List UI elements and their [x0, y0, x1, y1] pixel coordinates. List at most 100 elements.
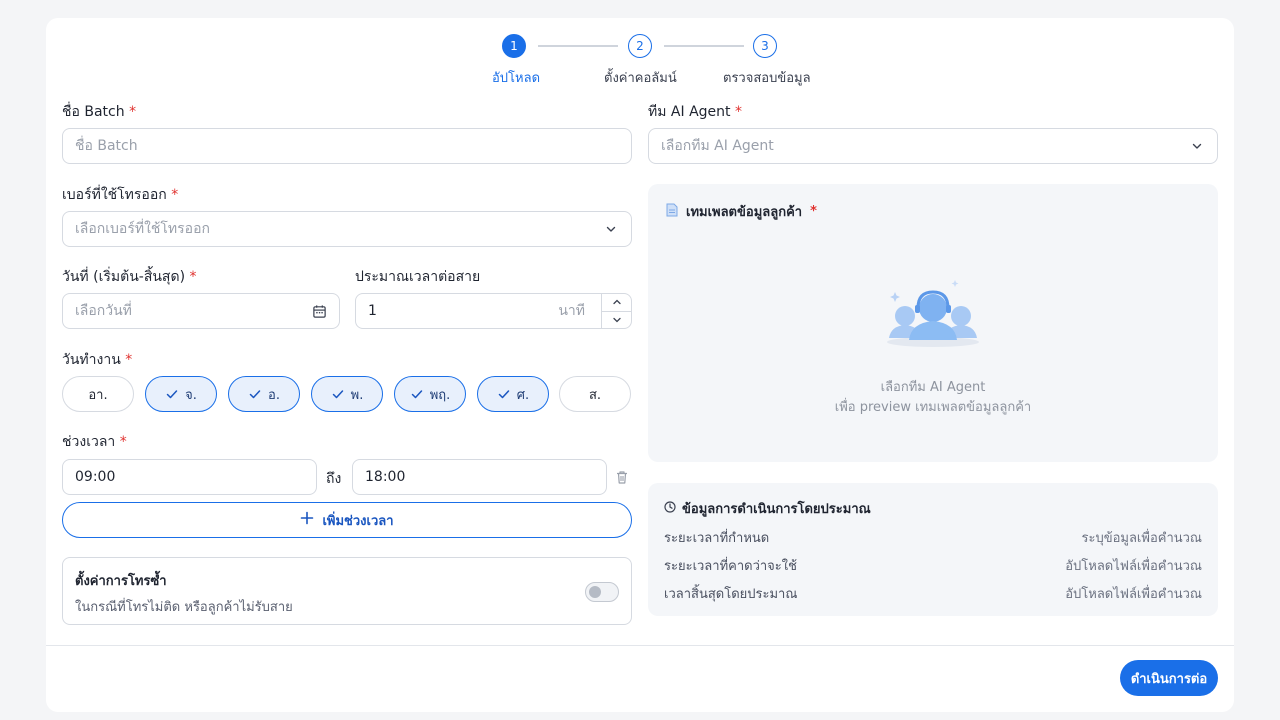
- day-chip-label: พฤ.: [429, 387, 451, 403]
- time-range-label-text: ช่วงเวลา: [62, 434, 116, 450]
- day-chip[interactable]: จ.: [145, 376, 217, 412]
- day-chip[interactable]: ศ.: [477, 376, 549, 412]
- work-days-label-text: วันทำงาน: [62, 352, 121, 368]
- batch-form-card: 1 อัปโหลด 2 ตั้งค่าคอลัมน์ 3 ตรวจสอบข้อม…: [46, 18, 1234, 712]
- est-time-input[interactable]: 1 นาที: [355, 293, 632, 329]
- estimate-row: ระยะเวลาที่กำหนด ระบุข้อมูลเพื่อคำนวณ: [664, 527, 1202, 548]
- plus-icon: [300, 511, 314, 529]
- time-range-separator: ถึง: [326, 471, 342, 487]
- toggle-knob: [589, 586, 601, 598]
- trash-icon[interactable]: [614, 469, 630, 489]
- required-mark: *: [129, 104, 137, 120]
- day-chip-label: อา.: [88, 387, 108, 403]
- estimate-row-value: อัปโหลดไฟล์เพื่อคำนวณ: [1065, 559, 1202, 574]
- end-time-input[interactable]: 18:00: [352, 459, 607, 495]
- caller-number-select[interactable]: เลือกเบอร์ที่ใช้โทรออก: [62, 211, 632, 247]
- empty-state-line2: เพื่อ preview เทมเพลตข้อมูลลูกค้า: [834, 400, 1032, 415]
- chevron-up-icon: [612, 299, 621, 305]
- stepper-connector: [664, 45, 744, 47]
- ai-team-label: ทีม AI Agent *: [648, 101, 742, 123]
- caller-number-label-text: เบอร์ที่ใช้โทรออก: [62, 187, 167, 203]
- stepper-connector: [538, 45, 618, 47]
- check-icon: [498, 390, 510, 399]
- calendar-icon[interactable]: [311, 303, 327, 319]
- chevron-down-icon: [603, 221, 619, 237]
- est-time-label: ประมาณเวลาต่อสาย: [355, 269, 481, 285]
- required-mark: *: [810, 204, 817, 219]
- clock-icon: [664, 500, 676, 517]
- agents-illustration-icon: [883, 270, 983, 354]
- start-time-value: 09:00: [75, 469, 116, 485]
- batch-name-placeholder: ชื่อ Batch: [75, 138, 138, 154]
- ai-team-label-text: ทีม AI Agent: [648, 104, 731, 120]
- footer-divider: [46, 645, 1234, 646]
- retry-toggle[interactable]: [585, 582, 619, 602]
- check-icon: [249, 390, 261, 399]
- day-chip[interactable]: พฤ.: [394, 376, 466, 412]
- est-time-unit: นาที: [558, 303, 585, 319]
- day-chip-label: จ.: [185, 387, 197, 403]
- step-number: 2: [628, 34, 652, 58]
- day-chip-label: ศ.: [516, 387, 530, 403]
- batch-name-label-text: ชื่อ Batch: [62, 104, 125, 120]
- required-mark: *: [734, 104, 742, 120]
- ai-team-placeholder: เลือกทีม AI Agent: [661, 138, 774, 154]
- step-label: ตรวจสอบข้อมูล: [723, 71, 811, 86]
- day-chip[interactable]: อา.: [62, 376, 134, 412]
- ai-team-select[interactable]: เลือกทีม AI Agent: [648, 128, 1218, 164]
- date-range-placeholder: เลือกวันที่: [75, 303, 132, 319]
- day-chip[interactable]: อ.: [228, 376, 300, 412]
- date-range-input[interactable]: เลือกวันที่: [62, 293, 340, 329]
- estimate-panel-header: ข้อมูลการดำเนินการโดยประมาณ: [664, 498, 871, 519]
- day-chip-label: พ.: [350, 387, 364, 403]
- estimate-panel: ข้อมูลการดำเนินการโดยประมาณ ระยะเวลาที่ก…: [648, 483, 1218, 616]
- step-number: 1: [502, 34, 526, 58]
- number-stepper: [601, 294, 631, 328]
- template-panel-title: เทมเพลตข้อมูลลูกค้า: [686, 205, 803, 220]
- date-range-label-text: วันที่ (เริ่มต้น-สิ้นสุด): [62, 269, 186, 285]
- document-icon: [666, 203, 678, 221]
- retry-settings-card: ตั้งค่าการโทรซ้ำ ในกรณีที่โทรไม่ติด หรือ…: [62, 557, 632, 625]
- template-empty-state: เลือกทีม AI Agent เพื่อ preview เทมเพลตข…: [648, 378, 1218, 418]
- retry-title: ตั้งค่าการโทรซ้ำ: [75, 574, 167, 589]
- day-chip-label: อ.: [268, 387, 280, 403]
- est-time-value: 1: [368, 303, 377, 319]
- day-chip[interactable]: พ.: [311, 376, 383, 412]
- work-days-label: วันทำงาน *: [62, 349, 132, 371]
- estimate-row-label: ระยะเวลาที่คาดว่าจะใช้: [664, 559, 797, 574]
- continue-button[interactable]: ดำเนินการต่อ: [1120, 660, 1218, 696]
- caller-number-placeholder: เลือกเบอร์ที่ใช้โทรออก: [75, 221, 210, 237]
- check-icon: [332, 390, 343, 399]
- estimate-row: เวลาสิ้นสุดโดยประมาณ อัปโหลดไฟล์เพื่อคำน…: [664, 583, 1202, 604]
- required-mark: *: [189, 269, 197, 285]
- chevron-down-icon: [612, 317, 621, 323]
- date-range-label: วันที่ (เริ่มต้น-สิ้นสุด) *: [62, 266, 197, 288]
- estimate-row-label: ระยะเวลาที่กำหนด: [664, 531, 770, 546]
- check-icon: [411, 390, 422, 399]
- template-panel-header: เทมเพลตข้อมูลลูกค้า *: [666, 201, 817, 222]
- day-chip-label: ส.: [588, 387, 602, 403]
- estimate-row: ระยะเวลาที่คาดว่าจะใช้ อัปโหลดไฟล์เพื่อค…: [664, 555, 1202, 576]
- check-icon: [166, 390, 178, 399]
- template-preview-panel: เทมเพลตข้อมูลลูกค้า * เลือกทีม AI Agent: [648, 184, 1218, 462]
- required-mark: *: [125, 352, 133, 368]
- retry-description: ในกรณีที่โทรไม่ติด หรือลูกค้าไม่รับสาย: [75, 600, 293, 615]
- add-time-range-button[interactable]: เพิ่มช่วงเวลา: [62, 502, 632, 538]
- step-label: ตั้งค่าคอลัมน์: [604, 71, 677, 86]
- caller-number-label: เบอร์ที่ใช้โทรออก *: [62, 184, 178, 206]
- required-mark: *: [119, 434, 127, 450]
- start-time-input[interactable]: 09:00: [62, 459, 317, 495]
- required-mark: *: [171, 187, 179, 203]
- decrement-button[interactable]: [602, 312, 631, 329]
- time-range-label: ช่วงเวลา *: [62, 431, 127, 453]
- add-time-range-label: เพิ่มช่วงเวลา: [322, 513, 394, 529]
- batch-name-input[interactable]: ชื่อ Batch: [62, 128, 632, 164]
- increment-button[interactable]: [602, 294, 631, 312]
- estimate-row-label: เวลาสิ้นสุดโดยประมาณ: [664, 587, 798, 602]
- end-time-value: 18:00: [365, 469, 406, 485]
- step-label: อัปโหลด: [492, 71, 541, 86]
- chevron-down-icon: [1189, 138, 1205, 154]
- batch-name-label: ชื่อ Batch *: [62, 101, 136, 123]
- day-chip[interactable]: ส.: [559, 376, 631, 412]
- estimate-panel-title: ข้อมูลการดำเนินการโดยประมาณ: [682, 502, 871, 517]
